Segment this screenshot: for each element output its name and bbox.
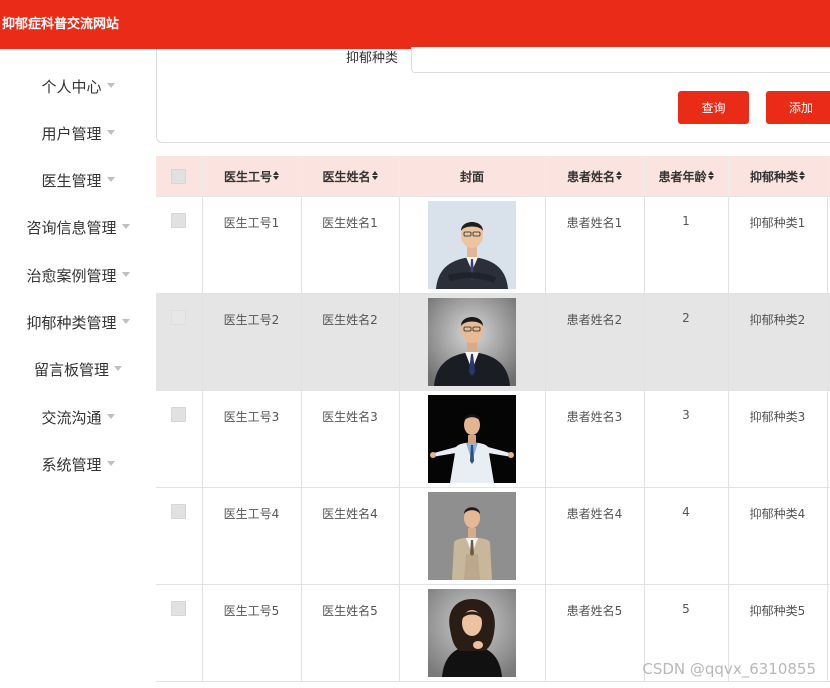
sidebar-item-consult-management[interactable]: 咨询信息管理 <box>0 213 156 243</box>
sidebar-item-cure-case-management[interactable]: 治愈案例管理 <box>0 261 156 291</box>
column-header-patient-name[interactable]: 患者姓名 <box>545 156 645 197</box>
column-header-depression-type[interactable]: 抑郁种类 <box>728 156 828 197</box>
doctor-no-cell: 医生工号2 <box>202 293 302 391</box>
doctor-name-cell: 医生姓名2 <box>301 293 400 391</box>
sidebar: 个人中心 用户管理 医生管理 咨询信息管理 治愈案例管理 抑郁种类管理 留言板管… <box>0 49 156 688</box>
patient-age-cell: 1 <box>644 196 729 294</box>
sidebar-item-depression-type-management[interactable]: 抑郁种类管理 <box>0 308 156 338</box>
row-select-cell <box>156 196 203 294</box>
cover-image[interactable] <box>428 492 516 580</box>
sidebar-item-message-board-management[interactable]: 留言板管理 <box>0 355 156 385</box>
row-select-cell <box>156 390 203 488</box>
column-header-patient-age[interactable]: 患者年龄 <box>644 156 729 197</box>
row-checkbox[interactable] <box>171 504 187 519</box>
patient-name-cell: 患者姓名5 <box>545 584 645 682</box>
cover-cell <box>399 293 546 391</box>
chevron-down-icon <box>121 224 130 229</box>
sort-icon[interactable] <box>273 171 279 181</box>
patient-name-cell: 患者姓名1 <box>545 196 645 294</box>
patient-name-cell: 患者姓名4 <box>545 487 645 585</box>
chevron-down-icon <box>121 272 130 277</box>
depression-type-cell: 抑郁种类1 <box>728 196 828 294</box>
sidebar-item-label: 用户管理 <box>41 125 102 143</box>
sidebar-item-label: 抑郁种类管理 <box>26 314 117 332</box>
chevron-down-icon <box>106 130 115 135</box>
patient-name-cell: 患者姓名3 <box>545 390 645 488</box>
column-header-cover: 封面 <box>399 156 546 197</box>
patient-age-cell: 3 <box>644 390 729 488</box>
doctor-no-cell: 医生工号5 <box>202 584 302 682</box>
doctor-no-cell: 医生工号3 <box>202 390 302 488</box>
sidebar-item-system-management[interactable]: 系统管理 <box>0 450 156 480</box>
data-table-wrapper: 医生工号 医生姓名 封面 患者姓名 患者年龄 抑郁种类 医生工号1 医生姓名1 <box>156 156 830 688</box>
row-select-cell <box>156 293 203 391</box>
cover-image[interactable] <box>428 589 516 677</box>
doctor-name-cell: 医生姓名4 <box>301 487 400 585</box>
cover-image[interactable] <box>428 395 516 483</box>
row-select-cell <box>156 487 203 585</box>
search-label: 抑郁种类 <box>346 51 399 66</box>
sidebar-item-doctor-management[interactable]: 医生管理 <box>0 166 156 196</box>
sidebar-item-communication[interactable]: 交流沟通 <box>0 403 156 433</box>
table-row[interactable]: 医生工号2 医生姓名2 患者姓名2 2 抑郁种类2 <box>156 293 830 391</box>
row-select-cell <box>156 584 203 682</box>
query-button[interactable]: 查询 <box>678 91 749 124</box>
chevron-down-icon <box>106 414 115 419</box>
chevron-down-icon <box>106 461 115 466</box>
patient-age-cell: 4 <box>644 487 729 585</box>
doctor-name-cell: 医生姓名1 <box>301 196 400 294</box>
row-checkbox[interactable] <box>171 310 187 325</box>
chevron-down-icon <box>114 366 122 371</box>
sidebar-item-label: 治愈案例管理 <box>26 267 117 285</box>
row-checkbox[interactable] <box>171 601 187 616</box>
cover-cell <box>399 584 546 682</box>
depression-type-cell: 抑郁种类3 <box>728 390 828 488</box>
doctor-no-cell: 医生工号4 <box>202 487 302 585</box>
chevron-down-icon <box>106 83 115 88</box>
chevron-down-icon <box>106 177 115 182</box>
doctor-no-cell: 医生工号1 <box>202 196 302 294</box>
doctor-name-cell: 医生姓名3 <box>301 390 400 488</box>
sort-icon[interactable] <box>371 171 378 181</box>
doctor-name-cell: 医生姓名5 <box>301 584 400 682</box>
sort-icon[interactable] <box>799 171 805 181</box>
patient-age-cell: 2 <box>644 293 729 391</box>
sidebar-item-personal-center[interactable]: 个人中心 <box>0 72 156 102</box>
top-bar: 抑郁症科普交流网站 <box>0 0 830 49</box>
sidebar-item-label: 系统管理 <box>41 456 102 474</box>
cover-cell <box>399 487 546 585</box>
table-header-row: 医生工号 医生姓名 封面 患者姓名 患者年龄 抑郁种类 <box>156 156 830 197</box>
cover-cell <box>399 390 546 488</box>
depression-type-cell: 抑郁种类2 <box>728 293 828 391</box>
select-all-cell <box>156 156 203 197</box>
depression-type-cell: 抑郁种类4 <box>728 487 828 585</box>
cover-image[interactable] <box>428 201 516 289</box>
cover-cell <box>399 196 546 294</box>
select-all-checkbox[interactable] <box>171 168 187 184</box>
sidebar-item-label: 个人中心 <box>41 78 102 96</box>
patient-name-cell: 患者姓名2 <box>545 293 645 391</box>
column-header-doctor-no[interactable]: 医生工号 <box>202 156 302 197</box>
table-row[interactable]: 医生工号4 医生姓名4 患者姓名4 4 抑郁种类4 <box>156 487 830 585</box>
sidebar-item-label: 咨询信息管理 <box>26 219 117 237</box>
column-header-doctor-name[interactable]: 医生姓名 <box>301 156 400 197</box>
site-title: 抑郁症科普交流网站 <box>2 17 120 32</box>
cover-image[interactable] <box>428 298 516 386</box>
sidebar-item-label: 留言板管理 <box>33 361 109 379</box>
sort-icon[interactable] <box>616 171 622 181</box>
depression-type-search-input[interactable] <box>411 47 830 73</box>
sidebar-item-label: 医生管理 <box>41 172 102 190</box>
row-checkbox[interactable] <box>171 213 187 228</box>
add-button[interactable]: 添加 <box>766 91 830 124</box>
row-checkbox[interactable] <box>171 407 187 422</box>
sidebar-item-label: 交流沟通 <box>41 409 102 427</box>
watermark: CSDN @qqvx_6310855 <box>642 660 816 678</box>
sort-icon[interactable] <box>707 171 714 181</box>
data-table: 医生工号 医生姓名 封面 患者姓名 患者年龄 抑郁种类 医生工号1 医生姓名1 <box>156 156 830 682</box>
search-panel: 抑郁种类 查询 添加 <box>156 47 830 143</box>
table-row[interactable]: 医生工号3 医生姓名3 患者姓名3 3 抑郁种类3 <box>156 390 830 488</box>
table-row[interactable]: 医生工号1 医生姓名1 患者姓名1 1 抑郁种类1 <box>156 196 830 294</box>
sidebar-item-user-management[interactable]: 用户管理 <box>0 119 156 149</box>
chevron-down-icon <box>121 319 130 324</box>
